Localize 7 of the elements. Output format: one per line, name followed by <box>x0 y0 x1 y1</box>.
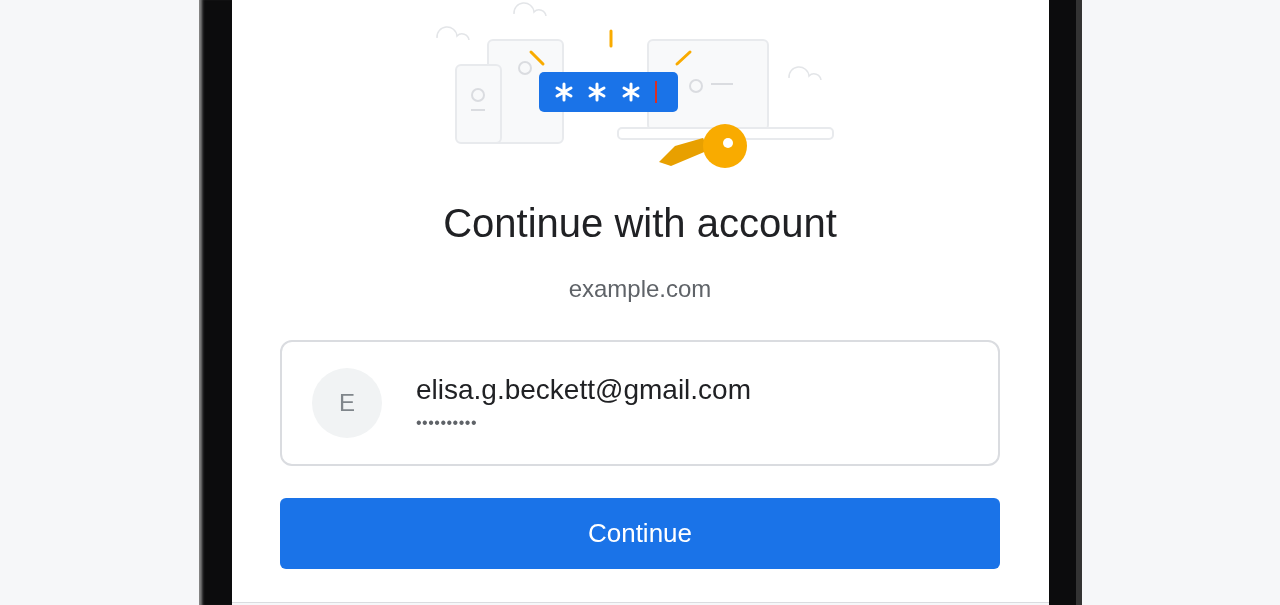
account-card[interactable]: E elisa.g.beckett@gmail.com •••••••••• <box>280 340 1000 466</box>
avatar-initial: E <box>312 368 382 438</box>
password-mask: •••••••••• <box>416 413 478 433</box>
site-domain: example.com <box>568 274 712 304</box>
continue-button[interactable]: Continue <box>280 498 1000 569</box>
dialog-title: Continue with account <box>443 200 837 247</box>
account-email: elisa.g.beckett@gmail.com <box>416 373 751 407</box>
